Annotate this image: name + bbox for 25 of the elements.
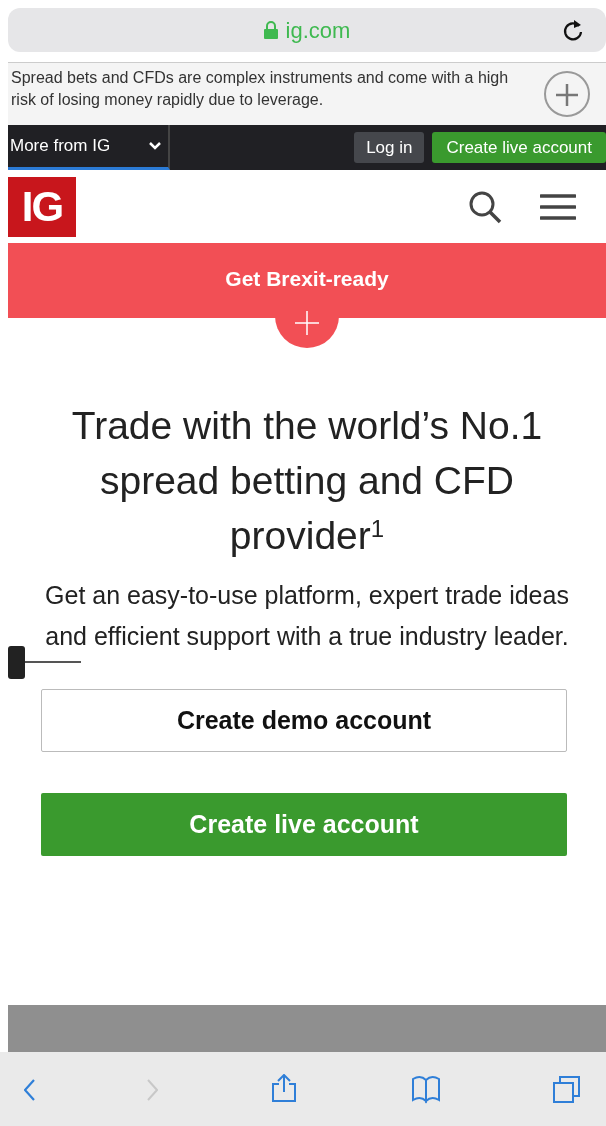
reload-icon[interactable] (562, 18, 584, 42)
create-demo-account-button[interactable]: Create demo account (41, 689, 567, 752)
logo[interactable]: IG (8, 176, 76, 237)
plus-icon (556, 83, 578, 106)
lock-icon (263, 21, 278, 39)
book-icon (410, 1074, 441, 1104)
create-live-account-button[interactable]: Create live account (432, 132, 606, 163)
forward-icon (146, 1078, 158, 1101)
expand-button[interactable] (544, 71, 590, 117)
risk-warning-text: Spread bets and CFDs are complex instruments and come with a high risk of losing money rapidly due to leverage. (11, 68, 510, 110)
back-icon (24, 1078, 35, 1101)
tabs-icon (552, 1074, 582, 1104)
plus-icon (295, 310, 319, 335)
banner-text[interactable]: Get Brexit-ready (225, 267, 389, 290)
slider-handle-drawing[interactable] (8, 643, 82, 681)
more-from-ig-menu[interactable]: More from IG (8, 125, 170, 170)
search-icon[interactable] (468, 189, 502, 224)
hero-heading: Trade with the world’s No.1 spread betting and CFD provider$^{1}$ (70, 403, 544, 559)
hero-subtext: Get an easy-to-use platform, expert trade ideas and efficient support with a true industry leader. (44, 580, 570, 652)
login-button[interactable]: Log in (354, 132, 425, 163)
menu-icon[interactable] (540, 192, 576, 221)
share-icon (269, 1074, 299, 1104)
url-text: ig.com (285, 16, 351, 45)
create-live-account-button[interactable]: Create live account (41, 793, 567, 856)
chevron-down-icon (148, 141, 162, 151)
